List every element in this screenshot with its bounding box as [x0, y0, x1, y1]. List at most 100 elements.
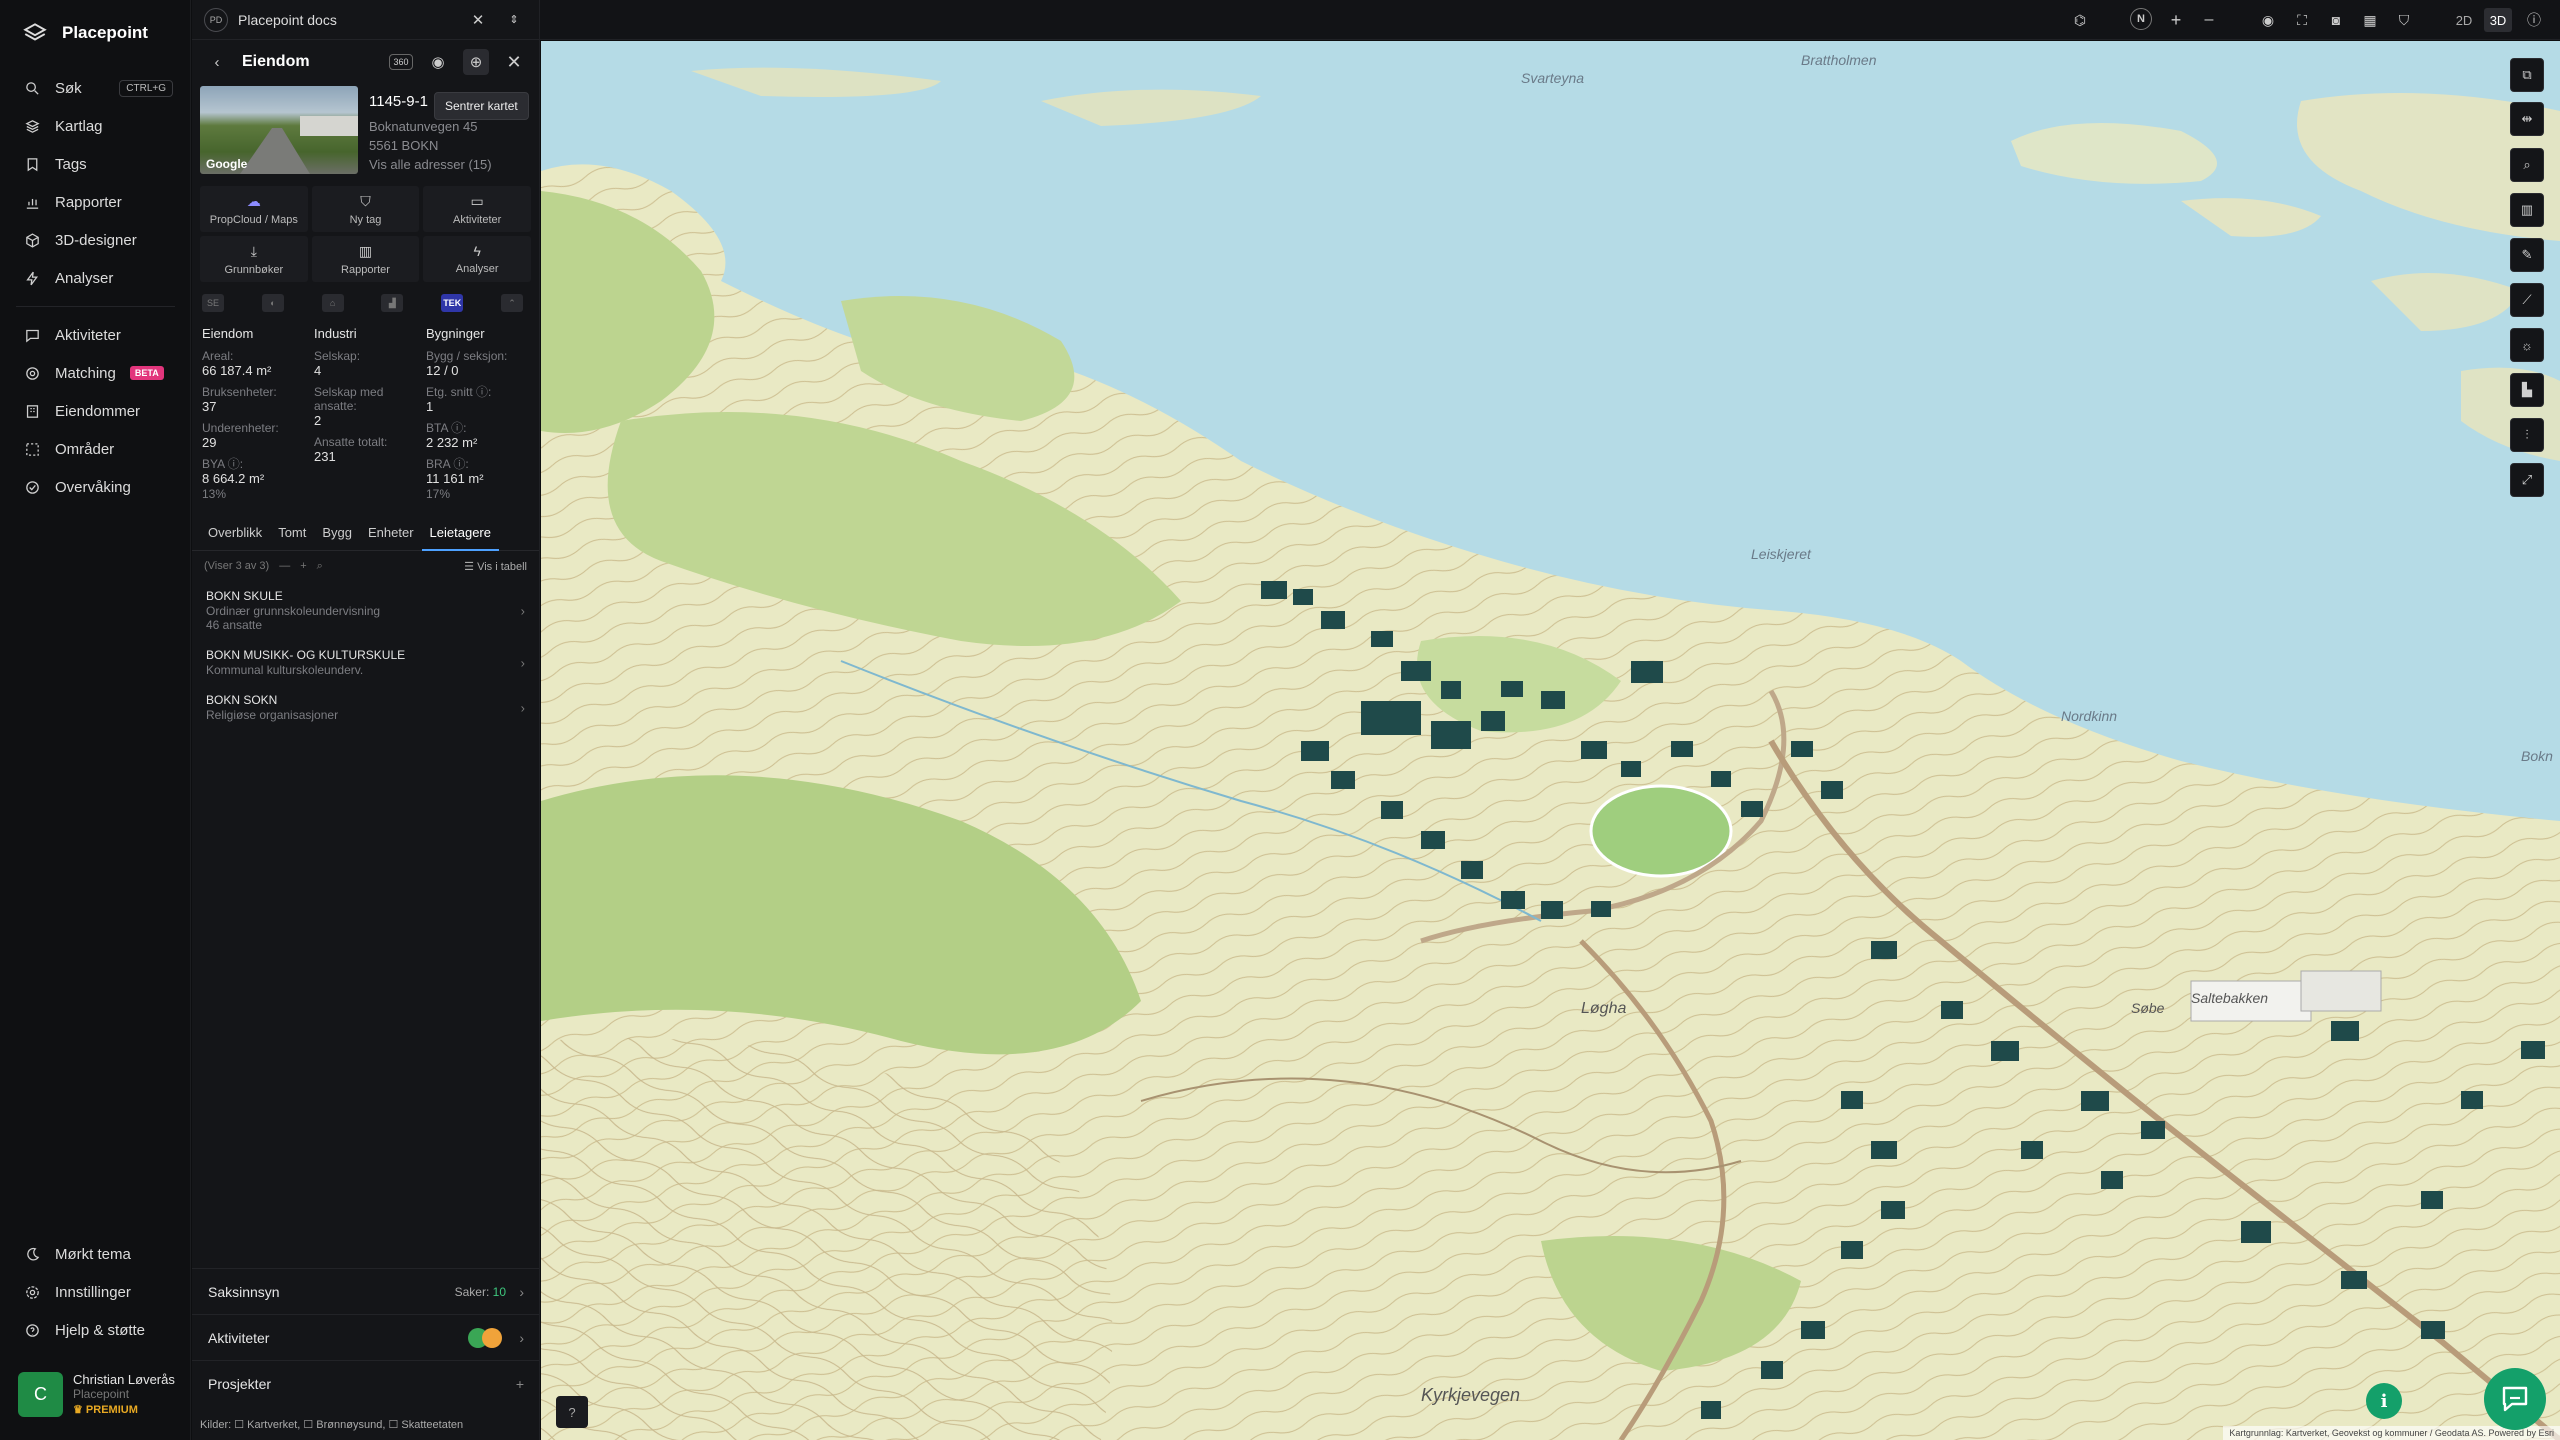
search-area-icon[interactable]: ⌕: [2510, 148, 2544, 182]
doc-bar: PD Placepoint docs ✕ ⇕: [192, 0, 539, 40]
mode-3d-button[interactable]: 3D: [2484, 8, 2512, 32]
minus-icon[interactable]: —: [279, 560, 290, 572]
compass-north-button[interactable]: N: [2130, 8, 2152, 30]
sidebar-item-dark-theme[interactable]: Mørkt tema: [0, 1235, 191, 1273]
saksinnsyn-row[interactable]: Saksinnsyn Saker: 10 ›: [192, 1268, 539, 1314]
close-icon[interactable]: ✕: [465, 7, 491, 33]
close-icon[interactable]: ✕: [501, 49, 527, 75]
reports-button[interactable]: ▥ Rapporter: [311, 236, 420, 282]
back-chevron-icon[interactable]: ‹: [204, 49, 230, 75]
sidebar-item-analyser[interactable]: Analyser: [0, 259, 191, 297]
grunnboker-button[interactable]: ⤓ Grunnbøker: [200, 236, 308, 282]
tab-enheter[interactable]: Enheter: [360, 519, 422, 550]
sidebar-item-label: Analyser: [55, 269, 114, 287]
tab-tomt[interactable]: Tomt: [270, 519, 314, 550]
analyses-button[interactable]: ϟ Analyser: [423, 236, 531, 282]
bookmark-icon[interactable]: ⛉: [2392, 8, 2416, 32]
se-tab-icon[interactable]: SE: [202, 294, 224, 312]
sidebar-item-settings[interactable]: Innstillinger: [0, 1273, 191, 1311]
activities-button[interactable]: ▭ Aktiviteter: [423, 186, 531, 232]
plus-icon[interactable]: +: [516, 1376, 524, 1392]
center-map-icon[interactable]: ⊕: [463, 49, 489, 75]
info-fab-icon[interactable]: i: [2366, 1383, 2402, 1419]
sidebar-item-rapporter[interactable]: Rapporter: [0, 183, 191, 221]
map-label: Saltebakken: [2191, 990, 2268, 1006]
collapse-icon[interactable]: ⌃: [500, 294, 523, 312]
street-view-photo[interactable]: Google: [200, 86, 358, 174]
divider: [16, 306, 175, 307]
elevation-tool-icon[interactable]: ⟋: [2510, 283, 2544, 317]
layer-tool-icon[interactable]: ⧉: [2510, 58, 2544, 92]
stat-value: 231: [314, 449, 336, 464]
industry-tab-icon[interactable]: ⌂: [321, 294, 344, 312]
profile-tool-icon[interactable]: ⫶: [2510, 418, 2544, 452]
map-canvas[interactable]: Brattholmen Svarteyna Leiskjeret Nordkin…: [541, 41, 2560, 1440]
sidebar-item-matching[interactable]: Matching BETA: [0, 354, 191, 392]
property-panel: PD Placepoint docs ✕ ⇕ ‹ Eiendom 360 ◉ ⊕…: [192, 0, 540, 1440]
stat-label: BTA ⓘ:: [426, 421, 467, 435]
info-icon[interactable]: ⓘ: [2522, 8, 2546, 32]
plus-icon[interactable]: +: [300, 560, 306, 572]
stat-row: Selskap med ansatte: 2: [314, 385, 426, 429]
stat-value: 66 187.4 m²: [202, 363, 272, 378]
app-logo[interactable]: Placepoint: [22, 18, 148, 48]
zoom-in-button[interactable]: +: [2164, 8, 2188, 32]
view-360-icon[interactable]: 360: [389, 54, 413, 70]
user-profile[interactable]: C Christian Løverås Placepoint ♛ PREMIUM: [18, 1372, 178, 1422]
sidebar-item-label: Eiendommer: [55, 402, 141, 420]
measure-tool-icon[interactable]: ⇹: [2510, 102, 2544, 136]
list-item[interactable]: BOKN MUSIKK- OG KULTURSKULE Kommunal kul…: [192, 640, 539, 685]
propcloud-button[interactable]: ☁ PropCloud / Maps: [200, 186, 308, 232]
search-icon[interactable]: ⌕: [317, 560, 323, 573]
sidebar-item-overvaking[interactable]: Overvåking: [0, 468, 191, 506]
sidebar-item-search[interactable]: Søk CTRL+G: [0, 69, 191, 107]
chart-tab-icon[interactable]: ◐: [261, 294, 284, 312]
sidebar-item-help[interactable]: Hjelp & støtte: [0, 1311, 191, 1349]
layers-stack-icon[interactable]: ⌬: [2068, 8, 2092, 32]
camera-icon[interactable]: ◙: [2324, 8, 2348, 32]
aktiviteter-row[interactable]: Aktiviteter ›: [192, 1314, 539, 1360]
sidebar-item-omrader[interactable]: Områder: [0, 430, 191, 468]
prosjekter-row[interactable]: Prosjekter +: [192, 1360, 539, 1406]
building-tool-icon[interactable]: ▙: [2510, 373, 2544, 407]
stats-tab-icon[interactable]: ▟: [381, 294, 404, 312]
action-label: Rapporter: [341, 263, 390, 276]
sidebar-item-eiendommer[interactable]: Eiendommer: [0, 392, 191, 430]
eye-icon[interactable]: ◉: [425, 49, 451, 75]
tek-tab-icon[interactable]: TEK: [441, 294, 464, 312]
sidebar-item-aktiviteter[interactable]: Aktiviteter: [0, 316, 191, 354]
show-addresses-link[interactable]: Vis alle adresser (15): [369, 155, 529, 174]
sun-tool-icon[interactable]: ☼: [2510, 328, 2544, 362]
bolt-icon: [26, 271, 39, 285]
row-label: Saksinnsyn: [208, 1283, 280, 1300]
sidebar-item-3d-designer[interactable]: 3D-designer: [0, 221, 191, 259]
list-item[interactable]: BOKN SKULE Ordinær grunnskoleundervisnin…: [192, 581, 539, 640]
layers-icon: [25, 119, 40, 133]
chart-tool-icon[interactable]: ▥: [2510, 193, 2544, 227]
doc-title[interactable]: Placepoint docs: [238, 12, 455, 28]
eye-icon[interactable]: ◉: [2256, 8, 2280, 32]
list-item[interactable]: BOKN SOKN Religiøse organisasjoner ›: [192, 685, 539, 730]
map-help-icon[interactable]: ?: [556, 1396, 588, 1428]
show-table-button[interactable]: ☰ Vis i tabell: [464, 560, 527, 573]
tab-leietagere[interactable]: Leietagere: [421, 519, 500, 551]
property-info: 1145-9-1 Boknatunvegen 45 5561 BOKN Vis …: [369, 92, 529, 174]
new-tag-button[interactable]: ⛉ Ny tag: [311, 186, 420, 232]
grid-icon[interactable]: ▦: [2358, 8, 2382, 32]
sidebar-item-tags[interactable]: Tags: [0, 145, 191, 183]
placepoint-logo-icon: [23, 23, 47, 41]
doc-badge: PD: [204, 7, 228, 32]
chat-fab-icon[interactable]: [2484, 1368, 2546, 1430]
export-tool-icon[interactable]: ⤢: [2510, 463, 2544, 497]
tab-bygg[interactable]: Bygg: [314, 519, 360, 550]
chevron-updown-icon[interactable]: ⇕: [501, 7, 527, 33]
draw-tool-icon[interactable]: ✎: [2510, 238, 2544, 272]
fullscreen-icon[interactable]: ⛶: [2290, 8, 2314, 32]
mode-2d-button[interactable]: 2D: [2450, 8, 2478, 32]
app-name: Placepoint: [62, 23, 148, 42]
sidebar-item-kartlag[interactable]: Kartlag: [0, 107, 191, 145]
tab-overblikk[interactable]: Overblikk: [200, 519, 270, 550]
map-label: Nordkinn: [2061, 708, 2117, 724]
cases-value: 10: [492, 1284, 506, 1299]
zoom-out-button[interactable]: –: [2197, 8, 2221, 32]
